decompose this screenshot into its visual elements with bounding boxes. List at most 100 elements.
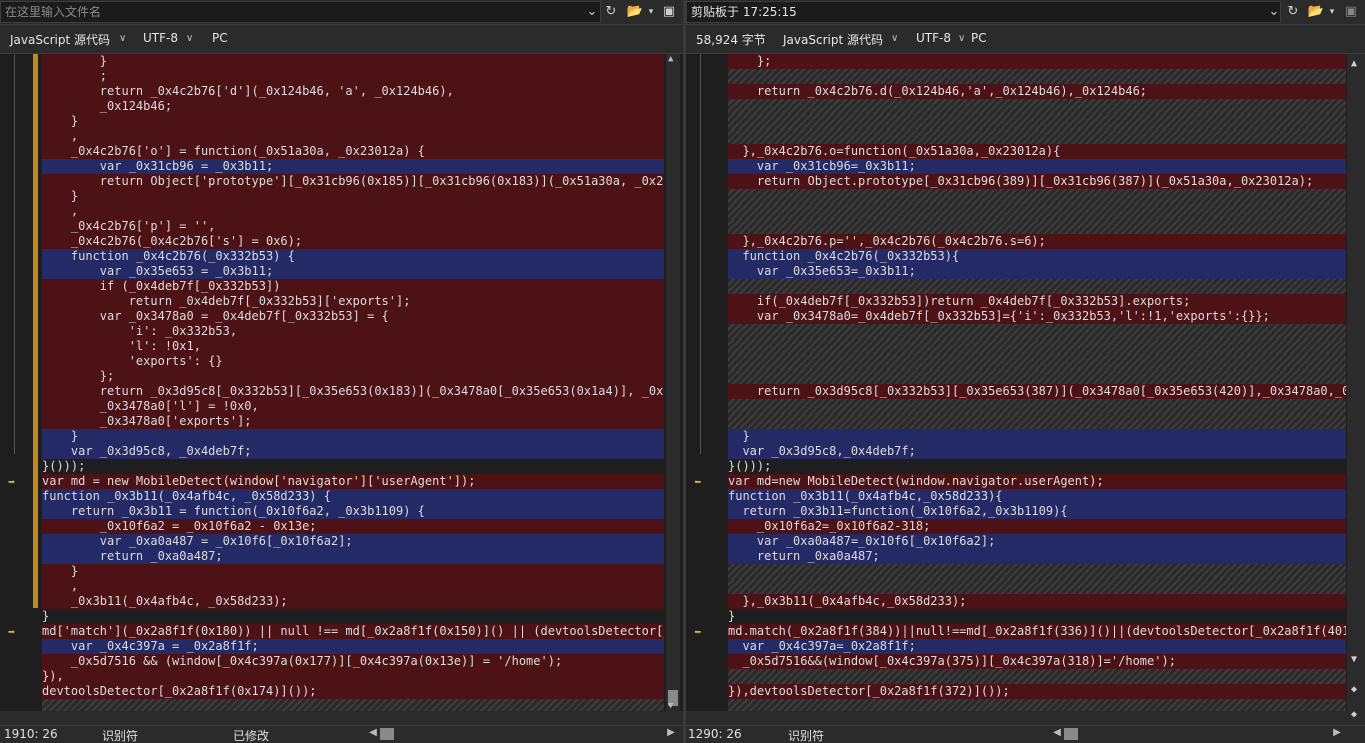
right-lang-select[interactable]: JavaScript 源代码 (783, 31, 883, 48)
diff-arrow-icon[interactable]: ➡ (8, 626, 22, 638)
diff-arrow-icon[interactable]: ⬅ (694, 626, 708, 638)
code-line[interactable] (728, 189, 1346, 204)
save-icon[interactable]: ▣ (1341, 2, 1361, 22)
code-line[interactable]: var _0x35e653 = _0x3b11; (42, 264, 664, 279)
code-line[interactable]: } (728, 609, 1346, 624)
code-line[interactable]: var _0x3478a0=_0x4deb7f[_0x332b53]={'i':… (728, 309, 1346, 324)
code-line[interactable] (728, 99, 1346, 114)
code-line[interactable]: devtoolsDetector[_0x2a8f1f(0x174)]()); (42, 684, 664, 699)
code-line[interactable]: _0x4c2b76['o'] = function(_0x51a30a, _0x… (42, 144, 664, 159)
code-line[interactable]: },_0x3b11(_0x4afb4c,_0x58d233); (728, 594, 1346, 609)
code-line[interactable] (728, 669, 1346, 684)
code-line[interactable]: _0x124b46; (42, 99, 664, 114)
code-line[interactable]: if(_0x4deb7f[_0x332b53])return _0x4deb7f… (728, 294, 1346, 309)
nav-first-icon[interactable]: ◆ (1351, 684, 1357, 695)
left-code-editor[interactable]: } ; return _0x4c2b76['d'](_0x124b46, 'a'… (42, 54, 664, 711)
code-line[interactable] (728, 204, 1346, 219)
code-line[interactable]: , (42, 579, 664, 594)
save-icon[interactable]: ▣ (659, 2, 679, 22)
code-line[interactable]: } (42, 564, 664, 579)
code-line[interactable]: function _0x4c2b76(_0x332b53){ (728, 249, 1346, 264)
code-line[interactable]: return _0x3b11=function(_0x10f6a2,_0x3b1… (728, 504, 1346, 519)
code-line[interactable]: _0x5d7516 && (window[_0x4c397a(0x177)][_… (42, 654, 664, 669)
code-line[interactable]: var _0x3d95c8,_0x4deb7f; (728, 444, 1346, 459)
left-filename-input[interactable]: 在这里输入文件名 (0, 1, 601, 23)
code-line[interactable] (728, 414, 1346, 429)
chevron-down-icon[interactable]: ▾ (1322, 2, 1342, 22)
scroll-left-icon[interactable]: ◀ (1050, 727, 1064, 741)
code-line[interactable] (728, 579, 1346, 594)
code-line[interactable]: return _0xa0a487; (42, 549, 664, 564)
code-line[interactable]: function _0x4c2b76(_0x332b53) { (42, 249, 664, 264)
code-line[interactable]: } (42, 114, 664, 129)
code-line[interactable]: }; (42, 369, 664, 384)
nav-up-icon[interactable]: ▲ (1351, 58, 1357, 69)
code-line[interactable] (42, 699, 664, 711)
code-line[interactable]: return _0x4c2b76.d(_0x124b46,'a',_0x124b… (728, 84, 1346, 99)
chevron-down-icon[interactable]: ▾ (641, 2, 661, 22)
code-line[interactable]: }())); (42, 459, 664, 474)
reload-icon[interactable]: ↻ (1283, 2, 1303, 22)
reload-icon[interactable]: ↻ (601, 2, 621, 22)
code-line[interactable]: return Object['prototype'][_0x31cb96(0x1… (42, 174, 664, 189)
code-line[interactable] (728, 279, 1346, 294)
right-nav-strip[interactable]: ▲ ▼ ◆ ◆ (1347, 54, 1365, 725)
scroll-up-icon[interactable]: ▲ (668, 54, 673, 64)
code-line[interactable]: },_0x4c2b76.p='',_0x4c2b76(_0x4c2b76.s=6… (728, 234, 1346, 249)
code-line[interactable]: return Object.prototype[_0x31cb96(389)][… (728, 174, 1346, 189)
left-encoding-select[interactable]: UTF-8 (143, 31, 178, 45)
hscroll-thumb[interactable] (1064, 728, 1078, 740)
code-line[interactable]: var _0x35e653=_0x3b11; (728, 264, 1346, 279)
code-line[interactable]: if (_0x4deb7f[_0x332b53]) (42, 279, 664, 294)
scroll-right-icon[interactable]: ▶ (1330, 727, 1344, 741)
code-line[interactable]: md['match'](_0x2a8f1f(0x180)) || null !=… (42, 624, 664, 639)
code-line[interactable]: } (728, 429, 1346, 444)
code-line[interactable]: , (42, 129, 664, 144)
code-line[interactable]: 'exports': {} (42, 354, 664, 369)
code-line[interactable]: _0x5d7516&&(window[_0x4c397a(375)][_0x4c… (728, 654, 1346, 669)
right-hscroll[interactable] (686, 711, 1365, 725)
code-line[interactable] (728, 69, 1346, 84)
chevron-down-icon[interactable]: ∨ (186, 33, 193, 44)
left-vertical-scrollbar[interactable]: ▲ ▼ (666, 54, 680, 711)
code-line[interactable]: 'l': !0x1, (42, 339, 664, 354)
code-line[interactable]: var _0x3d95c8, _0x4deb7f; (42, 444, 664, 459)
code-line[interactable]: _0x4c2b76['p'] = '', (42, 219, 664, 234)
code-line[interactable]: }; (728, 54, 1346, 69)
nav-last-icon[interactable]: ◆ (1351, 709, 1357, 720)
code-line[interactable]: _0x10f6a2 = _0x10f6a2 - 0x13e; (42, 519, 664, 534)
code-line[interactable] (728, 399, 1346, 414)
right-title-field[interactable]: 剪贴板于 17:25:15 (686, 1, 1281, 23)
diff-arrow-icon[interactable]: ⬅ (694, 476, 708, 488)
code-line[interactable]: return _0x3d95c8[_0x332b53][_0x35e653(0x… (42, 384, 664, 399)
code-line[interactable]: return _0x3d95c8[_0x332b53][_0x35e653(38… (728, 384, 1346, 399)
code-line[interactable]: } (42, 429, 664, 444)
code-line[interactable]: function _0x3b11(_0x4afb4c, _0x58d233) { (42, 489, 664, 504)
chevron-down-icon[interactable]: ⌄ (1264, 2, 1284, 22)
code-line[interactable]: _0x10f6a2=_0x10f6a2-318; (728, 519, 1346, 534)
code-line[interactable]: }),devtoolsDetector[_0x2a8f1f(372)]()); (728, 684, 1346, 699)
scroll-down-icon[interactable]: ▼ (668, 701, 673, 711)
hscroll-thumb[interactable] (380, 728, 394, 740)
right-lineending[interactable]: PC (971, 31, 987, 45)
code-line[interactable]: var md=new MobileDetect(window.navigator… (728, 474, 1346, 489)
code-line[interactable] (728, 324, 1346, 339)
code-line[interactable] (728, 564, 1346, 579)
code-line[interactable] (728, 129, 1346, 144)
code-line[interactable] (728, 369, 1346, 384)
right-code-editor[interactable]: }; return _0x4c2b76.d(_0x124b46,'a',_0x1… (728, 54, 1346, 711)
chevron-down-icon[interactable]: ∨ (119, 33, 126, 44)
code-line[interactable]: var _0xa0a487 = _0x10f6[_0x10f6a2]; (42, 534, 664, 549)
code-line[interactable]: } (42, 609, 664, 624)
scroll-left-icon[interactable]: ◀ (366, 727, 380, 741)
code-line[interactable]: 'i': _0x332b53, (42, 324, 664, 339)
chevron-down-icon[interactable]: ∨ (958, 33, 965, 44)
left-lineending[interactable]: PC (212, 31, 228, 45)
code-line[interactable]: _0x3478a0['l'] = !0x0, (42, 399, 664, 414)
code-line[interactable]: var _0xa0a487=_0x10f6[_0x10f6a2]; (728, 534, 1346, 549)
diff-arrow-icon[interactable]: ➡ (8, 476, 22, 488)
code-line[interactable]: return _0x4c2b76['d'](_0x124b46, 'a', _0… (42, 84, 664, 99)
code-line[interactable]: , (42, 204, 664, 219)
code-line[interactable]: var _0x4c397a=_0x2a8f1f; (728, 639, 1346, 654)
code-line[interactable]: } (42, 54, 664, 69)
